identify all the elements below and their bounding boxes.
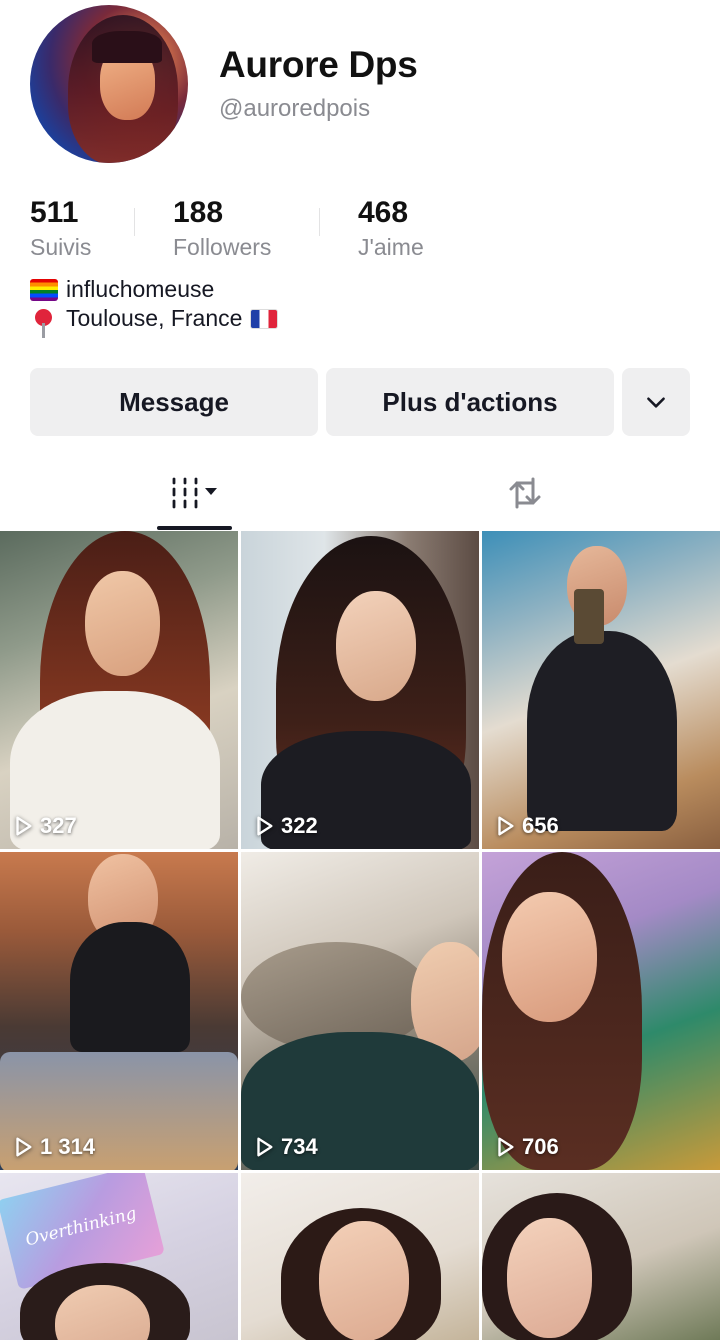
profile-avatar[interactable] — [30, 5, 188, 163]
view-count: 322 — [253, 813, 318, 839]
view-count: 327 — [12, 813, 77, 839]
view-count: 1 314 — [12, 1134, 95, 1160]
video-thumbnail[interactable]: 1 314 — [0, 852, 238, 1170]
thumbnail-face — [319, 1221, 409, 1340]
france-flag-icon — [250, 308, 279, 329]
thumbnail-face — [85, 571, 160, 676]
video-thumbnail[interactable] — [482, 1173, 720, 1340]
bio-text-2: Toulouse, France — [66, 305, 243, 331]
profile-name: Aurore Dps — [219, 44, 418, 85]
bio-text-1: influchomeuse — [66, 276, 215, 302]
stat-likes-count: 468 — [358, 196, 409, 229]
bio-line-2: Toulouse, France — [30, 305, 279, 338]
location-pin-icon — [30, 308, 58, 338]
rainbow-flag-icon — [30, 278, 58, 301]
video-thumbnail[interactable]: 706 — [482, 852, 720, 1170]
play-icon — [16, 816, 32, 836]
view-count-text: 656 — [522, 813, 559, 838]
video-thumbnail[interactable]: Overthinking — [0, 1173, 238, 1340]
message-button[interactable]: Message — [30, 368, 318, 436]
tab-videos[interactable] — [120, 455, 270, 530]
stat-followers[interactable]: 188 Followers — [173, 196, 271, 262]
repost-icon — [509, 477, 541, 508]
play-icon — [498, 816, 514, 836]
stat-likes-label: J'aime — [358, 234, 424, 260]
play-icon — [16, 1137, 32, 1157]
video-thumbnail[interactable]: 734 — [241, 852, 479, 1170]
avatar-bangs — [92, 31, 162, 63]
thumbnail-face — [507, 1218, 592, 1338]
play-icon — [257, 1137, 273, 1157]
view-count-text: 322 — [281, 813, 318, 838]
active-tab-indicator — [157, 526, 232, 530]
video-thumbnail[interactable]: 322 — [241, 531, 479, 849]
view-count-text: 706 — [522, 1134, 559, 1159]
play-icon — [257, 816, 273, 836]
chevron-down-icon — [647, 397, 665, 408]
stat-followers-count: 188 — [173, 196, 224, 229]
thumbnail-face — [502, 892, 597, 1022]
view-count-text: 1 314 — [40, 1134, 96, 1159]
video-thumbnail[interactable]: 327 — [0, 531, 238, 849]
play-icon — [498, 1137, 514, 1157]
view-count-text: 734 — [281, 1134, 318, 1159]
thumbnail-phone — [574, 589, 604, 644]
videos-grid-icon — [172, 477, 217, 508]
stat-followers-label: Followers — [173, 234, 272, 260]
stat-following-label: Suivis — [30, 234, 92, 260]
stat-divider — [319, 208, 320, 236]
view-count: 734 — [253, 1134, 318, 1160]
view-count: 656 — [494, 813, 559, 839]
sticker-text: Overthinking — [23, 1203, 139, 1251]
tab-reposts[interactable] — [450, 455, 600, 530]
stat-divider — [134, 208, 135, 236]
stat-likes[interactable]: 468 J'aime — [358, 196, 424, 262]
thumbnail-body — [527, 631, 677, 831]
thumbnail-face — [336, 591, 416, 701]
stat-following[interactable]: 511 Suivis — [30, 196, 91, 262]
video-thumbnail[interactable]: 656 — [482, 531, 720, 849]
thumbnail-body — [70, 922, 190, 1052]
more-actions-button[interactable]: Plus d'actions — [326, 368, 614, 436]
view-count-text: 327 — [40, 813, 77, 838]
bio-line-1: influchomeuse — [30, 276, 214, 303]
profile-handle: @auroredpois — [219, 95, 371, 122]
stat-following-count: 511 — [30, 196, 79, 229]
suggestions-dropdown-button[interactable] — [622, 368, 690, 436]
view-count: 706 — [494, 1134, 559, 1160]
profile-tabs — [0, 455, 720, 530]
video-thumbnail[interactable] — [241, 1173, 479, 1340]
